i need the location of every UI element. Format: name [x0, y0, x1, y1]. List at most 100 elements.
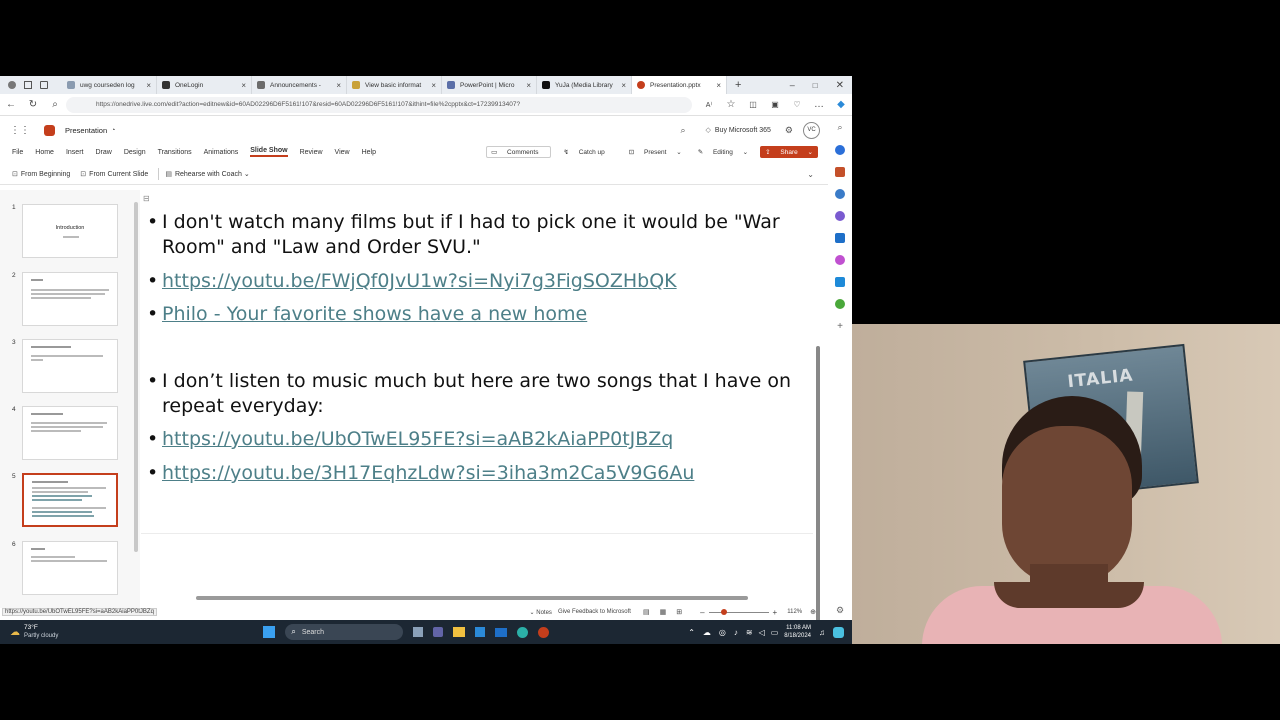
- comments-button[interactable]: ▭ Comments: [486, 146, 552, 158]
- copilot-icon[interactable]: ◆: [830, 99, 852, 110]
- tab-presentation[interactable]: Presentation.pptx ×: [632, 76, 727, 94]
- split-screen-icon[interactable]: ◫: [742, 100, 764, 109]
- clock[interactable]: 11:08 AM 8/18/2024: [784, 624, 811, 640]
- collapse-ribbon-icon[interactable]: ⌄: [807, 170, 814, 179]
- weather-icon[interactable]: ☁: [10, 627, 20, 638]
- feedback-button[interactable]: Give Feedback to Microsoft: [558, 609, 631, 615]
- favorites-icon[interactable]: ☆: [720, 99, 742, 110]
- volume-icon[interactable]: ◁: [759, 628, 765, 637]
- network-icon[interactable]: ◎: [719, 628, 726, 637]
- editing-button[interactable]: ✎ Editing ⌄: [694, 147, 752, 157]
- tab-transitions[interactable]: Transitions: [158, 149, 192, 156]
- scrollbar-thumb[interactable]: [816, 346, 820, 644]
- search-icon[interactable]: ⌕: [837, 122, 842, 133]
- settings-icon[interactable]: ⚙: [785, 125, 793, 136]
- profile-icon[interactable]: [8, 81, 16, 89]
- close-icon[interactable]: ×: [237, 81, 246, 90]
- collections-icon[interactable]: ▣: [764, 100, 786, 109]
- briefcase-icon[interactable]: [835, 167, 845, 177]
- slide-thumbnail[interactable]: 4: [0, 406, 130, 466]
- minimize-icon[interactable]: –: [790, 80, 795, 90]
- tab-home[interactable]: Home: [35, 149, 54, 156]
- slide-thumbnail[interactable]: 3: [0, 339, 130, 399]
- tab-file[interactable]: File: [12, 149, 23, 156]
- slide-canvas[interactable]: ⊟ • I don't watch many films but if I ha…: [141, 186, 813, 534]
- tab-insert[interactable]: Insert: [66, 149, 84, 156]
- sidebar-settings-icon[interactable]: ⚙: [836, 605, 844, 616]
- share-button[interactable]: ⇪ Share ⌄: [760, 146, 818, 158]
- file-explorer-icon[interactable]: [453, 627, 466, 637]
- from-beginning-button[interactable]: ⊡ From Beginning: [12, 170, 70, 179]
- close-icon[interactable]: ×: [332, 81, 341, 90]
- tab-courseden[interactable]: uwg courseden log ×: [62, 76, 157, 94]
- close-icon[interactable]: ×: [617, 81, 626, 90]
- horizontal-scrollbar[interactable]: [196, 596, 748, 600]
- mail-icon[interactable]: [495, 627, 508, 637]
- philo-link[interactable]: Philo - Your favorite shows have a new h…: [162, 303, 587, 325]
- tab-view-basic[interactable]: View basic informat ×: [347, 76, 442, 94]
- copilot-taskbar-icon[interactable]: [833, 626, 844, 638]
- tab-review[interactable]: Review: [300, 149, 323, 156]
- tab-powerpoint[interactable]: PowerPoint | Micro ×: [442, 76, 537, 94]
- tab-animations[interactable]: Animations: [204, 149, 239, 156]
- thumbnail-scrollbar[interactable]: [134, 202, 138, 552]
- bullet-films[interactable]: • I don't watch many films but if I had …: [147, 210, 807, 260]
- document-title[interactable]: Presentation: [65, 126, 107, 135]
- present-button[interactable]: ⊡ Present ⌄: [625, 147, 686, 157]
- mic-icon[interactable]: ♪: [734, 628, 738, 637]
- tab-yuja[interactable]: YuJa (Media Library ×: [537, 76, 632, 94]
- weather-widget[interactable]: 73°F Partly cloudy: [24, 624, 58, 640]
- games-icon[interactable]: [835, 299, 845, 309]
- powerpoint-taskbar-icon[interactable]: [538, 626, 550, 638]
- taskbar-search-input[interactable]: ⌕ Search: [285, 624, 404, 640]
- zoom-in-button[interactable]: +: [773, 608, 778, 617]
- bullet-music[interactable]: • I don’t listen to music much but here …: [147, 369, 807, 419]
- windows-start-icon[interactable]: [263, 626, 276, 638]
- reading-view-icon[interactable]: ⊞: [676, 608, 682, 616]
- from-current-slide-button[interactable]: ⊡ From Current Slide: [80, 170, 148, 179]
- add-icon[interactable]: +: [837, 321, 843, 332]
- send-icon[interactable]: [835, 277, 845, 287]
- onedrive-icon[interactable]: ☁: [703, 628, 711, 637]
- close-icon[interactable]: ×: [712, 81, 721, 90]
- slide-thumbnail[interactable]: 1 Introduction: [0, 204, 130, 264]
- avatar[interactable]: VC: [803, 121, 820, 139]
- url-input[interactable]: https://onedrive.live.com/edit?action=ed…: [66, 96, 692, 113]
- search-icon[interactable]: ⌕: [680, 125, 685, 136]
- catchup-button[interactable]: ↯ Catch up: [559, 147, 616, 157]
- tray-chevron-icon[interactable]: ⌃: [688, 628, 695, 637]
- read-aloud-icon[interactable]: A⁾: [698, 101, 720, 109]
- new-tab-icon[interactable]: +: [735, 79, 741, 91]
- normal-view-icon[interactable]: ▤: [643, 608, 650, 616]
- slide-thumbnail[interactable]: 2: [0, 272, 130, 332]
- youtube-link[interactable]: https://youtu.be/UbOTwEL95FE?si=aAB2kAia…: [162, 428, 673, 450]
- copilot-icon[interactable]: [835, 255, 845, 265]
- vertical-scrollbar[interactable]: [814, 186, 822, 644]
- maximize-icon[interactable]: □: [813, 81, 818, 90]
- store-icon[interactable]: [475, 627, 486, 637]
- outlook-icon[interactable]: [835, 233, 845, 243]
- teams-icon[interactable]: [433, 627, 444, 637]
- slide-sorter-icon[interactable]: ▦: [660, 608, 667, 616]
- buy-microsoft-button[interactable]: Buy Microsoft 365: [715, 127, 771, 134]
- tag-icon[interactable]: [835, 145, 845, 155]
- workspaces-icon[interactable]: [24, 81, 32, 89]
- close-icon[interactable]: ×: [142, 81, 151, 90]
- person-icon[interactable]: [835, 189, 845, 199]
- zoom-slider[interactable]: [708, 608, 769, 615]
- refresh-icon[interactable]: ↻: [22, 99, 44, 110]
- zoom-out-button[interactable]: –: [700, 608, 704, 617]
- notes-button[interactable]: ⌄ Notes: [530, 609, 552, 616]
- zoom-slider-thumb[interactable]: [720, 608, 727, 615]
- youtube-link[interactable]: https://youtu.be/3H17EqhzLdw?si=3iha3m2C…: [162, 462, 694, 484]
- tab-help[interactable]: Help: [362, 149, 376, 156]
- browser-essentials-icon[interactable]: ♡: [786, 100, 808, 109]
- notification-bell-icon[interactable]: ♫: [819, 628, 825, 637]
- slide-thumbnail[interactable]: 6: [0, 541, 130, 601]
- tab-view[interactable]: View: [335, 149, 350, 156]
- battery-icon[interactable]: ▭: [771, 628, 779, 637]
- close-icon[interactable]: ×: [427, 81, 436, 90]
- task-view-icon[interactable]: [413, 627, 424, 637]
- rehearse-with-coach-button[interactable]: ▤ Rehearse with Coach ⌄: [165, 170, 249, 179]
- edge-icon[interactable]: [517, 626, 529, 638]
